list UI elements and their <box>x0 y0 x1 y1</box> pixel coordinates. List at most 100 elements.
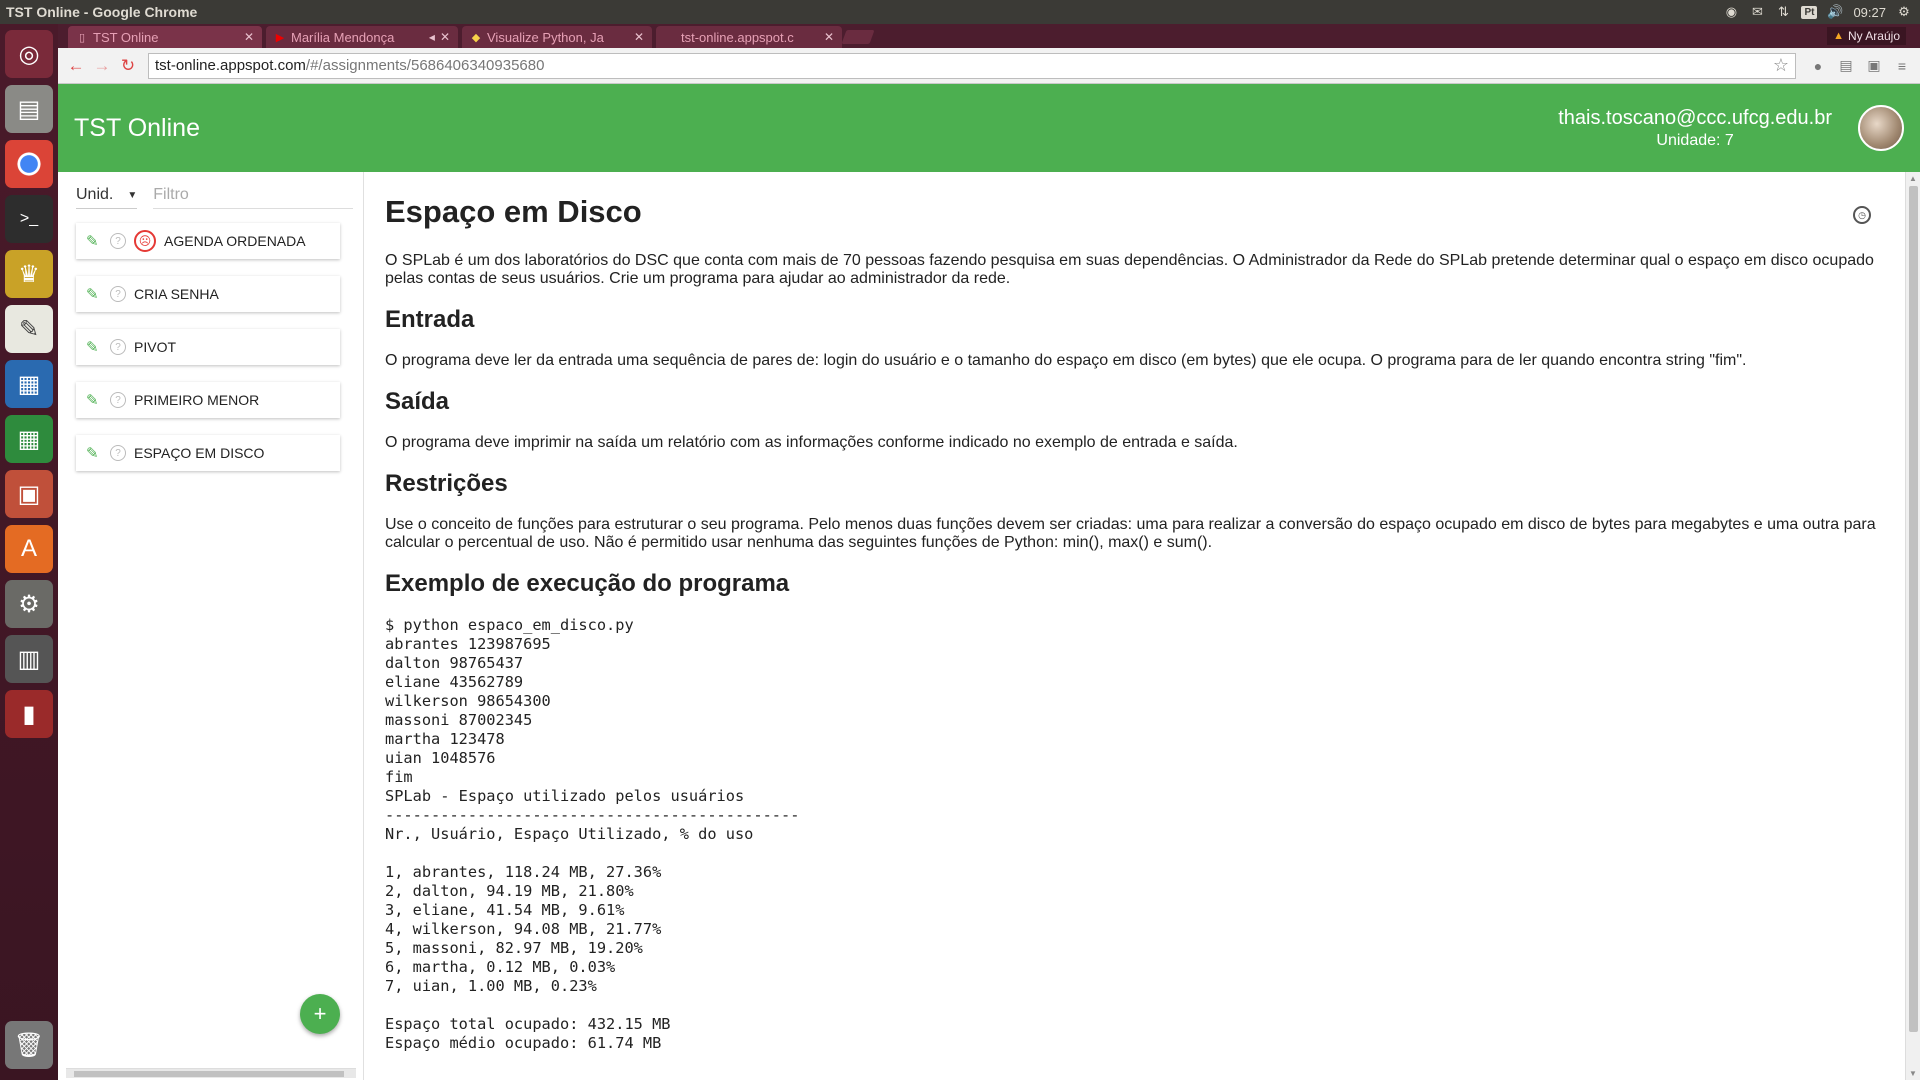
app-header: TST Online thais.toscano@ccc.ufcg.edu.br… <box>58 84 1920 172</box>
settings-gear-icon[interactable]: ⚙ <box>1896 4 1912 20</box>
text-editor-icon[interactable]: ✎ <box>5 305 53 353</box>
sad-face-icon: ☹ <box>134 230 156 252</box>
scroll-down-icon[interactable]: ▼ <box>1909 1069 1917 1078</box>
unity-launcher: ◎ ▤ >_ ♛ ✎ ▦ ▦ ▣ A ⚙ ▥ ▮ 🗑 <box>0 24 58 1080</box>
back-arrow-icon[interactable]: ← <box>64 54 88 78</box>
reload-icon[interactable]: ↻ <box>116 54 140 78</box>
calc-icon[interactable]: ▦ <box>5 415 53 463</box>
section-entrada-text: O programa deve ler da entrada uma sequê… <box>385 352 1747 369</box>
tab-youtube[interactable]: ▶ Marília Mendonça ◂ ✕ <box>266 26 458 48</box>
system-tray: ◉ ✉ ⇅ Pt 🔊 09:27 ⚙ <box>1723 4 1920 20</box>
volume-icon[interactable]: 🔊 <box>1827 4 1843 20</box>
address-bar[interactable]: tst-online.appspot.com/#/assignments/568… <box>148 52 1796 79</box>
chrome-tray-icon[interactable]: ◉ <box>1723 4 1739 20</box>
tab-tst-appspot[interactable]: tst-online.appspot.c ✕ <box>656 26 842 48</box>
extension-icon[interactable]: ▣ <box>1862 54 1886 78</box>
menu-icon[interactable]: ≡ <box>1890 54 1914 78</box>
keyboard-layout-indicator[interactable]: Pt <box>1801 5 1818 19</box>
section-restricoes-text: Use o conceito de funções para estrutura… <box>385 516 1876 551</box>
trash-icon[interactable]: 🗑 <box>5 1021 53 1069</box>
scroll-up-icon[interactable]: ▲ <box>1909 174 1917 183</box>
assignment-item-espaco-em-disco[interactable]: ✎ ? ESPAÇO EM DISCO <box>76 435 340 471</box>
assignment-label: PRIMEIRO MENOR <box>134 392 260 408</box>
tab-python-tutor[interactable]: ◆ Visualize Python, Ja ✕ <box>462 26 652 48</box>
user-info: thais.toscano@ccc.ufcg.edu.br Unidade: 7 <box>1558 107 1832 150</box>
url-host: tst-online.appspot.com <box>155 57 306 74</box>
assignment-label: PIVOT <box>134 339 177 355</box>
warning-icon: ▲ <box>1833 30 1844 42</box>
software-center-icon[interactable]: A <box>5 525 53 573</box>
pencil-icon[interactable]: ✎ <box>86 444 102 462</box>
terminal-icon[interactable]: >_ <box>5 195 53 243</box>
messages-icon[interactable]: ✉ <box>1749 4 1765 20</box>
system-top-bar: TST Online - Google Chrome ◉ ✉ ⇅ Pt 🔊 09… <box>0 0 1920 24</box>
question-icon: ? <box>110 339 126 355</box>
page-icon: ▯ <box>78 31 86 44</box>
assignment-item-cria-senha[interactable]: ✎ ? CRIA SENHA <box>76 276 340 312</box>
section-saida-title: Saída <box>385 388 450 415</box>
tst-app: TST Online thais.toscano@ccc.ufcg.edu.br… <box>58 84 1920 1080</box>
question-icon: ? <box>110 286 126 302</box>
question-icon: ? <box>110 445 126 461</box>
extension-icon[interactable]: ▤ <box>1834 54 1858 78</box>
example-code-block: $ python espaco_em_disco.py abrantes 123… <box>385 616 800 1052</box>
problem-intro: O SPLab é um dos laboratórios do DSC que… <box>385 252 1874 287</box>
assignment-item-agenda-ordenada[interactable]: ✎ ? ☹ AGENDA ORDENADA <box>76 223 340 259</box>
current-unit: Unidade: 7 <box>1656 131 1734 149</box>
drive-icon[interactable]: ▥ <box>5 635 53 683</box>
assignment-label: CRIA SENHA <box>134 286 219 302</box>
pencil-icon[interactable]: ✎ <box>86 338 102 356</box>
section-restricoes-title: Restrições <box>385 470 508 497</box>
problem-content: ◷ Espaço em Disco O SPLab é um dos labor… <box>365 172 1905 1080</box>
close-tab-icon[interactable]: ✕ <box>440 30 450 44</box>
new-tab-button[interactable] <box>841 30 875 44</box>
avatar[interactable] <box>1858 105 1904 151</box>
profile-button[interactable]: ▲ Ny Araújo <box>1827 27 1906 45</box>
chrome-launcher-icon[interactable] <box>5 140 53 188</box>
unit-select[interactable]: Unid. ▼ <box>76 186 138 209</box>
window-title: TST Online - Google Chrome <box>6 4 198 20</box>
close-tab-icon[interactable]: ✕ <box>824 30 834 44</box>
filter-input[interactable] <box>153 186 354 209</box>
assignment-label: AGENDA ORDENADA <box>164 233 306 249</box>
pencil-icon[interactable]: ✎ <box>86 391 102 409</box>
forward-arrow-icon[interactable]: → <box>90 54 114 78</box>
sidebar-horizontal-scrollbar[interactable] <box>66 1068 356 1078</box>
scrollbar-thumb[interactable] <box>1909 186 1918 1032</box>
url-path: /#/assignments/5686406340935680 <box>305 57 545 74</box>
bookmark-star-icon[interactable]: ☆ <box>1773 55 1789 76</box>
close-tab-icon[interactable]: ✕ <box>244 30 254 44</box>
pencil-icon[interactable]: ✎ <box>86 285 102 303</box>
assignment-list: ✎ ? ☹ AGENDA ORDENADA ✎ ? CRIA SENHA ✎ ?… <box>58 223 363 471</box>
section-saida-text: O programa deve imprimir na saída um rel… <box>385 434 1238 451</box>
python-icon: ◆ <box>471 31 481 44</box>
section-exemplo-title: Exemplo de execução do programa <box>385 570 790 597</box>
impress-icon[interactable]: ▣ <box>5 470 53 518</box>
assignment-item-pivot[interactable]: ✎ ? PIVOT <box>76 329 340 365</box>
file-manager-icon[interactable]: ▤ <box>5 85 53 133</box>
game-icon[interactable]: ♛ <box>5 250 53 298</box>
add-button[interactable]: + <box>300 994 340 1034</box>
question-icon: ? <box>110 392 126 408</box>
network-icon[interactable]: ⇅ <box>1775 4 1791 20</box>
extension-icon[interactable]: ● <box>1806 54 1830 78</box>
clock[interactable]: 09:27 <box>1853 5 1886 20</box>
app-title[interactable]: TST Online <box>74 114 200 143</box>
caret-down-icon: ▼ <box>127 189 138 201</box>
writer-icon[interactable]: ▦ <box>5 360 53 408</box>
system-settings-icon[interactable]: ⚙ <box>5 580 53 628</box>
history-icon[interactable]: ◷ <box>1853 206 1871 224</box>
ubuntu-dash-icon[interactable]: ◎ <box>5 30 53 78</box>
assignments-sidebar: Unid. ▼ ✎ ? ☹ AGENDA ORDENADA ✎ ? CRIA S… <box>58 172 364 1080</box>
user-email: thais.toscano@ccc.ufcg.edu.br <box>1558 106 1832 129</box>
pencil-icon[interactable]: ✎ <box>86 232 102 250</box>
tab-tst-online[interactable]: ▯ TST Online ✕ <box>68 26 262 48</box>
close-tab-icon[interactable]: ✕ <box>634 30 644 44</box>
assignment-label: ESPAÇO EM DISCO <box>134 445 265 461</box>
tab-strip: ▯ TST Online ✕ ▶ Marília Mendonça ◂ ✕ ◆ … <box>58 24 1920 48</box>
content-vertical-scrollbar[interactable]: ▲ ▼ <box>1905 172 1920 1080</box>
audio-icon[interactable]: ◂ <box>429 30 435 44</box>
usb-drive-icon[interactable]: ▮ <box>5 690 53 738</box>
scrollbar-thumb[interactable] <box>74 1071 344 1077</box>
assignment-item-primeiro-menor[interactable]: ✎ ? PRIMEIRO MENOR <box>76 382 340 418</box>
